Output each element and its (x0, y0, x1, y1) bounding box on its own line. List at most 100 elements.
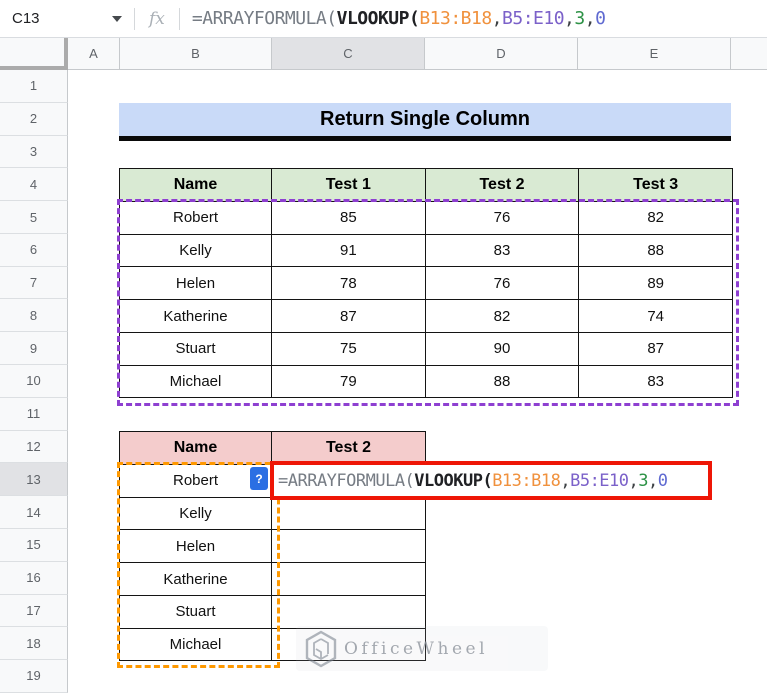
table1-cell[interactable]: 79 (271, 364, 426, 399)
formula-segment: 0 (657, 470, 668, 491)
table1-cell[interactable]: 82 (578, 200, 733, 235)
table1-cell[interactable]: 75 (271, 331, 426, 366)
table2-cell[interactable] (271, 594, 426, 629)
table1-cell[interactable]: 76 (424, 266, 580, 301)
select-all-corner[interactable] (0, 38, 68, 70)
formula-segment: B5:E10 (502, 8, 565, 29)
row-header-1[interactable]: 1 (0, 70, 68, 103)
table1-row: Michael 79 88 83 (119, 364, 733, 399)
row-header-9[interactable]: 9 (0, 332, 68, 366)
name-box-dropdown-icon[interactable] (112, 15, 122, 22)
table1-header-cell[interactable]: Test 2 (424, 168, 580, 202)
row-header-12[interactable]: 12 (0, 430, 68, 464)
row-header-4[interactable]: 4 (0, 168, 68, 202)
table2-cell[interactable]: Robert (119, 463, 272, 498)
table1-cell[interactable]: Helen (119, 266, 272, 301)
column-header-A[interactable]: A (68, 38, 120, 69)
table2-row: Katherine (119, 562, 426, 596)
row-header-17[interactable]: 17 (0, 594, 68, 628)
formula-segment: , (584, 8, 596, 29)
formula-segment: =ARRAYFORMULA( (278, 470, 415, 491)
table2-header-cell[interactable]: Name (119, 431, 272, 465)
table1-cell[interactable]: 85 (271, 200, 426, 235)
table1-row: Helen 78 76 89 (119, 266, 733, 301)
table1-cell[interactable]: 89 (578, 266, 733, 301)
formula-segment: , (560, 470, 571, 491)
lookup-source-table: Name Test 1 Test 2 Test 3 Robert 85 76 82 Kelly 9… (119, 168, 733, 399)
table1-row: Katherine 87 82 74 (119, 299, 733, 333)
row-header-14[interactable]: 14 (0, 496, 68, 529)
table1-cell[interactable]: 91 (271, 233, 426, 268)
column-letter-strip: ABCDE (68, 38, 767, 69)
table1-cell[interactable]: Kelly (119, 233, 272, 268)
formula-segment: B5:E10 (570, 470, 629, 491)
table2-cell[interactable] (271, 496, 426, 531)
row-header-11[interactable]: 11 (0, 397, 68, 431)
formula-segment: , (564, 8, 575, 29)
formula-input[interactable]: =ARRAYFORMULA(VLOOKUP(B13:B18,B5:E10,3,0 (192, 8, 606, 29)
table2-cell[interactable]: Helen (119, 529, 272, 564)
table2-cell[interactable]: Michael (119, 627, 272, 662)
column-header-B[interactable]: B (120, 38, 272, 69)
table2-row: Helen (119, 529, 426, 564)
table2-row: Stuart (119, 594, 426, 629)
row-header-8[interactable]: 8 (0, 299, 68, 333)
row-header-19[interactable]: 19 (0, 660, 68, 693)
row-header-3[interactable]: 3 (0, 135, 68, 169)
table1-cell[interactable]: 88 (578, 233, 733, 268)
table1-row: Kelly 91 83 88 (119, 233, 733, 268)
formula-segment: , (628, 470, 639, 491)
row-header-10[interactable]: 10 (0, 365, 68, 398)
table2-cell[interactable] (271, 627, 426, 662)
table1-cell[interactable]: Stuart (119, 331, 272, 366)
table1-cell[interactable]: Michael (119, 364, 272, 399)
row-header-2[interactable]: 2 (0, 102, 68, 136)
table1-cell[interactable]: 78 (271, 266, 426, 301)
table2-header-cell[interactable]: Test 2 (271, 431, 426, 465)
formula-help-badge[interactable]: ? (250, 467, 268, 490)
row-header-7[interactable]: 7 (0, 266, 68, 300)
table1-cell[interactable]: 87 (578, 331, 733, 366)
separator (178, 7, 180, 30)
formula-segment: , (648, 470, 658, 491)
formula-segment: VLOOKUP( (336, 8, 420, 29)
table1-header-cell[interactable]: Test 3 (578, 168, 733, 202)
formula-segment: , (491, 8, 503, 29)
formula-segment: 3 (574, 8, 585, 29)
table1-cell[interactable]: 87 (271, 299, 426, 333)
table1-cell[interactable]: 82 (424, 299, 580, 333)
column-header-E[interactable]: E (578, 38, 731, 69)
merged-title-cell[interactable]: Return Single Column (119, 103, 731, 141)
table1-header-cell[interactable]: Name (119, 168, 272, 202)
row-headers: 1 2 3 4 5 6 7 8 9 10 11 12 13 14 15 16 17 18 19 (0, 70, 68, 693)
table1-cell[interactable]: Robert (119, 200, 272, 235)
table2-cell[interactable]: Kelly (119, 496, 272, 531)
table1-cell[interactable]: 83 (424, 233, 580, 268)
row-header-6[interactable]: 6 (0, 233, 68, 267)
row-header-16[interactable]: 16 (0, 561, 68, 595)
name-box[interactable]: C13 (0, 0, 134, 37)
table1-cell[interactable]: 74 (578, 299, 733, 333)
table1-cell[interactable]: 76 (424, 200, 580, 235)
table1-cell[interactable]: 90 (424, 331, 580, 366)
active-cell-reference: C13 (12, 10, 40, 27)
active-cell-formula-editor[interactable]: =ARRAYFORMULA(VLOOKUP(B13:B18, B5:E10, 3, 0 (270, 461, 712, 500)
table2-cell[interactable] (271, 562, 426, 596)
table1-cell[interactable]: Katherine (119, 299, 272, 333)
table1-cell[interactable]: 83 (578, 364, 733, 399)
formula-segment: VLOOKUP( (414, 470, 493, 491)
row-header-5[interactable]: 5 (0, 201, 68, 234)
row-header-18[interactable]: 18 (0, 627, 68, 661)
column-header-C[interactable]: C (272, 38, 425, 69)
row-header-13[interactable]: 13 (0, 463, 68, 497)
column-header-D[interactable]: D (425, 38, 578, 69)
row-header-15[interactable]: 15 (0, 528, 68, 562)
table1-cell[interactable]: 88 (424, 364, 580, 399)
table2-cell[interactable] (271, 529, 426, 564)
table2-cell[interactable]: Stuart (119, 594, 272, 629)
table2-cell[interactable]: Katherine (119, 562, 272, 596)
table1-row: Stuart 75 90 87 (119, 331, 733, 366)
formula-segment: 0 (595, 8, 606, 29)
table1-header-cell[interactable]: Test 1 (271, 168, 426, 202)
table2-row: Kelly (119, 496, 426, 531)
